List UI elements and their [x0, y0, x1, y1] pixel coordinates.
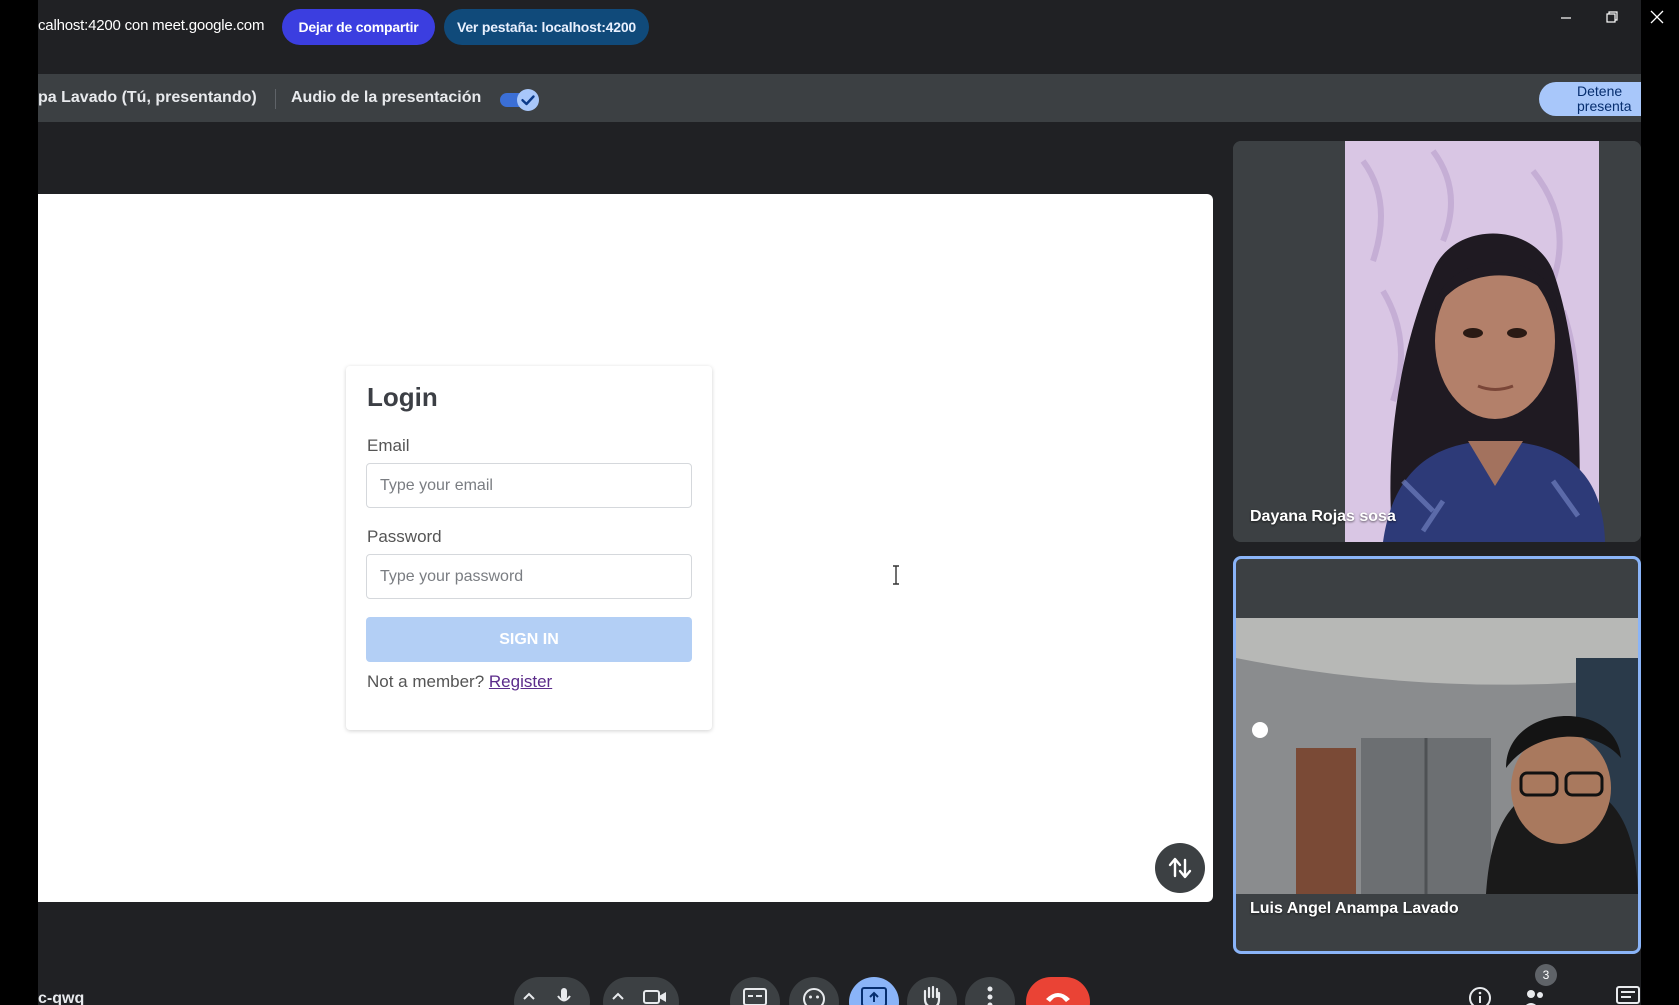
password-label: Password — [367, 527, 442, 546]
chat-icon — [1616, 986, 1640, 1004]
meeting-code: c-qwq — [38, 990, 85, 1005]
close-icon[interactable] — [1646, 6, 1668, 28]
shared-screen: Login Email Password SIGN IN Not a membe… — [38, 194, 1213, 902]
camera-icon — [643, 990, 666, 1004]
stop-presenting-button[interactable]: Detene presenta — [1539, 82, 1641, 116]
captions-icon — [743, 988, 767, 1005]
presentation-audio-label: Audio de la presentación — [291, 89, 482, 106]
swap-vertical-icon — [1168, 857, 1192, 879]
swap-layout-button[interactable] — [1155, 843, 1205, 893]
hand-icon — [923, 985, 941, 1005]
emoji-icon — [803, 988, 825, 1005]
people-count-badge: 3 — [1535, 964, 1557, 986]
raise-hand-button[interactable] — [907, 977, 957, 1005]
minimize-icon[interactable] — [1556, 8, 1576, 28]
chevron-up-icon — [523, 992, 535, 1000]
chat-button[interactable] — [1616, 986, 1640, 1005]
presenter-label: pa Lavado (Tú, presentando) — [38, 89, 257, 106]
participant-video — [1233, 141, 1641, 542]
stop-presenting-label: Detene presenta — [1577, 83, 1632, 114]
participant-name: Luis Angel Anampa Lavado — [1250, 900, 1459, 917]
sign-in-button[interactable]: SIGN IN — [366, 617, 692, 662]
reactions-button[interactable] — [789, 977, 839, 1005]
text-cursor-icon — [891, 564, 901, 586]
present-screen-button[interactable] — [849, 977, 899, 1005]
participant-name: Dayana Rojas sosa — [1250, 508, 1396, 525]
presentation-audio-toggle[interactable] — [499, 88, 541, 112]
participant-video — [1236, 618, 1638, 894]
people-button[interactable] — [1522, 986, 1548, 1005]
sharing-bar: calhost:4200 con meet.google.com Dejar d… — [38, 0, 1641, 54]
email-label: Email — [367, 436, 410, 455]
participant-tile[interactable]: Dayana Rojas sosa — [1233, 141, 1641, 542]
presentation-bar: pa Lavado (Tú, presentando) Audio de la … — [38, 74, 1641, 122]
screen-right-edge — [1641, 0, 1679, 1005]
info-icon — [1469, 987, 1491, 1005]
meeting-info-button[interactable] — [1468, 986, 1492, 1005]
member-text: Not a member? — [367, 672, 489, 691]
register-link[interactable]: Register — [489, 672, 552, 691]
microphone-icon — [557, 988, 571, 1002]
view-tab-button[interactable]: Ver pestaña: localhost:4200 — [444, 9, 649, 45]
login-title: Login — [367, 382, 438, 412]
camera-control[interactable] — [603, 977, 679, 1005]
people-icon — [1526, 990, 1543, 1005]
password-field[interactable] — [366, 554, 692, 599]
login-card: Login Email Password SIGN IN Not a membe… — [346, 366, 712, 730]
more-vert-icon — [987, 986, 993, 1005]
leave-call-button[interactable] — [1026, 977, 1090, 1005]
restore-icon[interactable] — [1602, 7, 1622, 27]
microphone-control[interactable] — [514, 977, 590, 1005]
divider — [275, 89, 276, 109]
screen-left-edge — [0, 0, 38, 1005]
call-end-icon — [1046, 993, 1070, 1002]
sharing-status-text: calhost:4200 con meet.google.com — [38, 17, 265, 34]
participant-tile-active[interactable]: Luis Angel Anampa Lavado — [1233, 556, 1641, 954]
present-screen-icon — [861, 987, 887, 1005]
stop-sharing-button[interactable]: Dejar de compartir — [282, 9, 435, 45]
register-prompt: Not a member? Register — [367, 672, 552, 692]
captions-button[interactable] — [730, 977, 780, 1005]
more-options-button[interactable] — [965, 977, 1015, 1005]
meet-window: calhost:4200 con meet.google.com Dejar d… — [38, 0, 1641, 1005]
email-field[interactable] — [366, 463, 692, 508]
chevron-up-icon — [612, 992, 624, 1000]
